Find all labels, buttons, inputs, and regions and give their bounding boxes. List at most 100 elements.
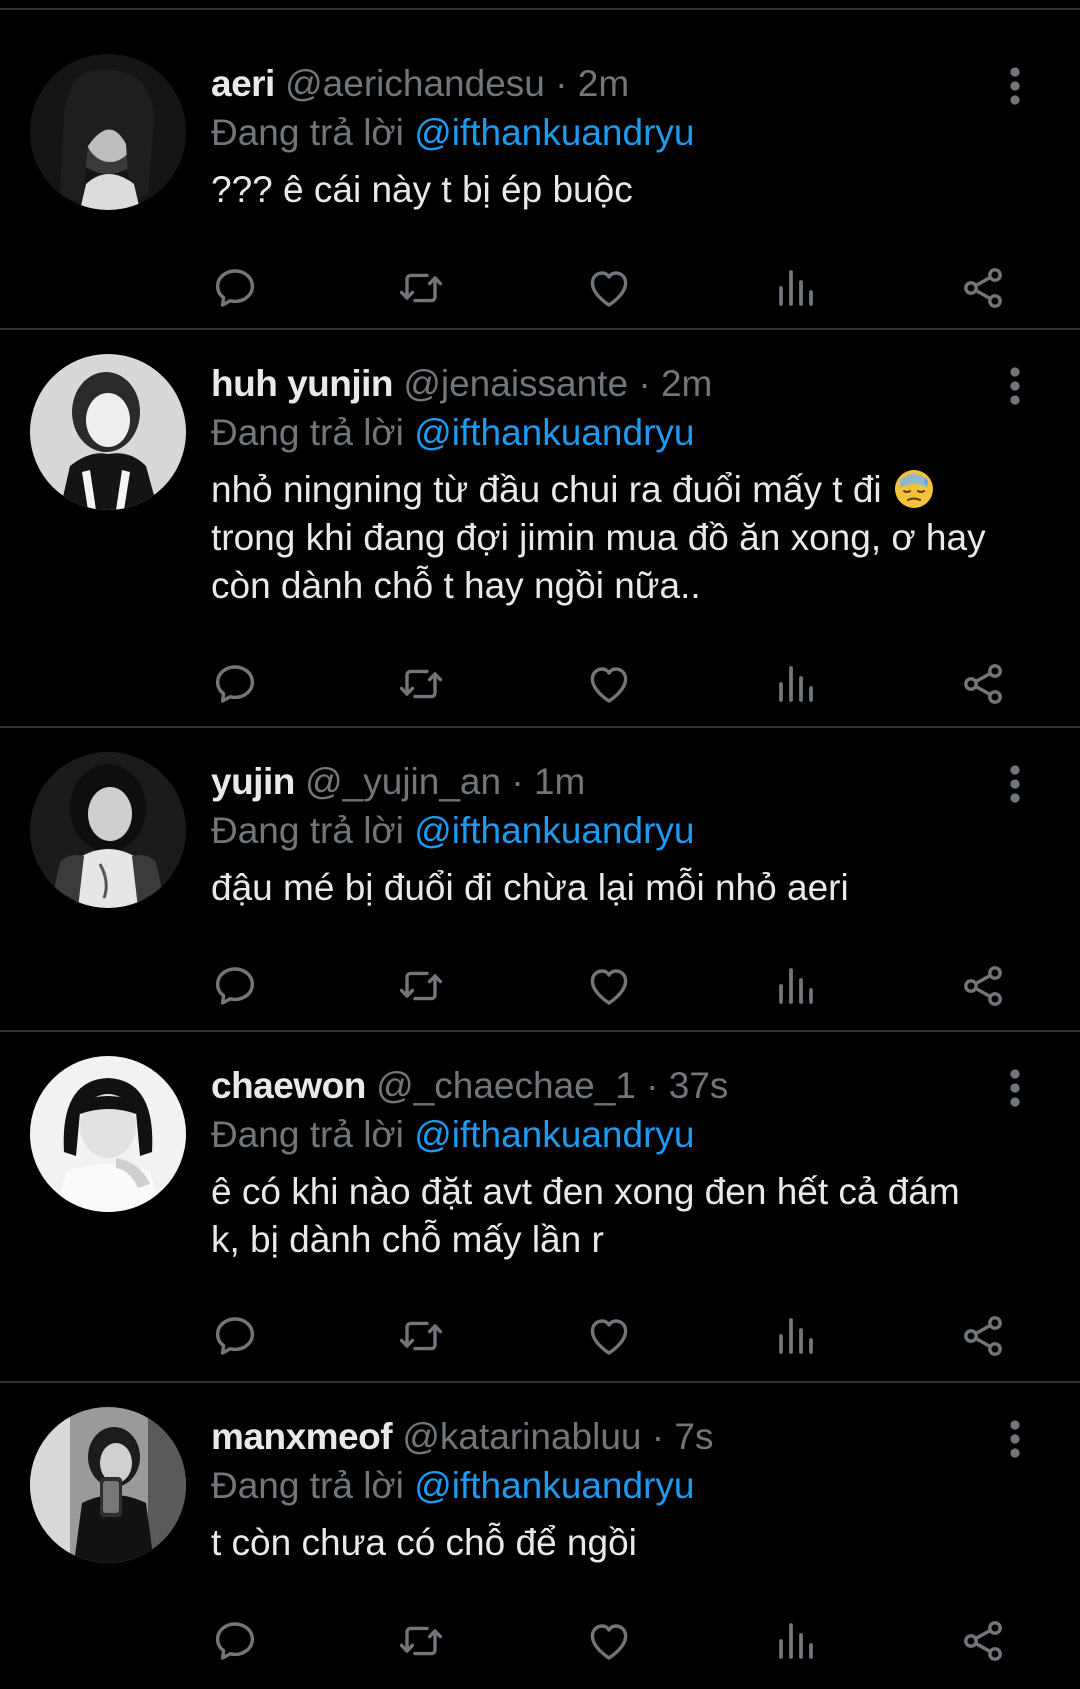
mention-link[interactable]: @ifthankuandryu [414,1465,694,1506]
timestamp[interactable]: · 2m [555,63,629,104]
more-options-button[interactable] [1000,1415,1030,1463]
vertical-dots-icon [1000,362,1030,410]
share-icon [959,1617,1007,1665]
retweet-button[interactable] [397,962,445,1010]
views-button[interactable] [772,264,820,312]
bar-chart-icon [772,1312,820,1360]
retweet-icon [397,264,445,312]
action-bar [211,962,1021,1010]
tweet-text: nhỏ ningning từ đầu chui ra đuổi mấy t đ… [211,466,1044,610]
tweet-text: đậu mé bị đuổi đi chừa lại mỗi nhỏ aeri [211,864,1044,912]
replying-to: Đang trả lời @ifthankuandryu [211,806,1044,856]
views-button[interactable] [772,962,820,1010]
handle[interactable]: @_yujin_an [305,761,501,802]
avatar[interactable] [30,54,186,210]
timestamp[interactable]: · 7s [652,1416,714,1457]
retweet-icon [397,1312,445,1360]
avatar[interactable] [30,1056,186,1212]
display-name[interactable]: manxmeof [211,1416,393,1457]
timestamp[interactable]: · 1m [511,761,585,802]
display-name[interactable]: aeri [211,63,275,104]
action-bar [211,1312,1021,1360]
reply-button[interactable] [211,660,259,708]
display-name[interactable]: huh yunjin [211,363,394,404]
mention-link[interactable]: @ifthankuandryu [414,112,694,153]
action-bar [211,660,1021,708]
bar-chart-icon [772,962,820,1010]
tweet-text-line: trong khi đang đợi jimin mua đồ ăn xong,… [211,517,986,558]
like-button[interactable] [585,660,633,708]
reply-button[interactable] [211,962,259,1010]
retweet-button[interactable] [397,1312,445,1360]
tweet-reply[interactable]: manxmeof @katarinabluu · 7s Đang trả lời… [0,1383,1080,1689]
reply-button[interactable] [211,1312,259,1360]
more-options-button[interactable] [1000,362,1030,410]
share-button[interactable] [959,264,1007,312]
speech-bubble-icon [211,264,259,312]
more-options-button[interactable] [1000,1064,1030,1112]
handle[interactable]: @jenaissante [403,363,628,404]
tweet-header: manxmeof @katarinabluu · 7s [211,1413,1044,1461]
replying-prefix: Đang trả lời [211,810,404,851]
top-divider [0,0,1080,10]
replying-prefix: Đang trả lời [211,412,404,453]
mention-link[interactable]: @ifthankuandryu [414,412,694,453]
retweet-button[interactable] [397,1617,445,1665]
views-button[interactable] [772,1617,820,1665]
views-button[interactable] [772,660,820,708]
retweet-button[interactable] [397,264,445,312]
share-button[interactable] [959,660,1007,708]
vertical-dots-icon [1000,1064,1030,1112]
speech-bubble-icon [211,660,259,708]
tweet-body: aeri @aerichandesu · 2m Đang trả lời @if… [211,60,1044,214]
bar-chart-icon [772,660,820,708]
like-button[interactable] [585,1617,633,1665]
avatar[interactable] [30,354,186,510]
share-button[interactable] [959,1617,1007,1665]
share-button[interactable] [959,962,1007,1010]
share-icon [959,264,1007,312]
mention-link[interactable]: @ifthankuandryu [414,810,694,851]
speech-bubble-icon [211,1617,259,1665]
like-button[interactable] [585,1312,633,1360]
heart-icon [585,962,633,1010]
share-icon [959,962,1007,1010]
like-button[interactable] [585,962,633,1010]
tweet-text-line: k, bị dành chỗ mấy lần r [211,1219,604,1260]
tweet-reply[interactable]: huh yunjin @jenaissante · 2m Đang trả lờ… [0,330,1080,728]
tweet-header: yujin @_yujin_an · 1m [211,758,1044,806]
mention-link[interactable]: @ifthankuandryu [414,1114,694,1155]
tweet-reply[interactable]: chaewon @_chaechae_1 · 37s Đang trả lời … [0,1032,1080,1383]
like-button[interactable] [585,264,633,312]
more-options-button[interactable] [1000,760,1030,808]
tweet-reply[interactable]: aeri @aerichandesu · 2m Đang trả lời @if… [0,10,1080,330]
heart-icon [585,264,633,312]
replying-prefix: Đang trả lời [211,1114,404,1155]
tweet-text: ê có khi nào đặt avt đen xong đen hết cả… [211,1168,1044,1264]
retweet-button[interactable] [397,660,445,708]
avatar[interactable] [30,1407,186,1563]
timestamp[interactable]: · 37s [646,1065,728,1106]
handle[interactable]: @aerichandesu [285,63,545,104]
share-button[interactable] [959,1312,1007,1360]
views-button[interactable] [772,1312,820,1360]
reply-button[interactable] [211,1617,259,1665]
reply-button[interactable] [211,264,259,312]
heart-icon [585,660,633,708]
more-options-button[interactable] [1000,62,1030,110]
handle[interactable]: @_chaechae_1 [376,1065,636,1106]
display-name[interactable]: yujin [211,761,295,802]
tweet-text: ??? ê cái này t bị ép buộc [211,166,1044,214]
tweet-text-span: nhỏ ningning từ đầu chui ra đuổi mấy t đ… [211,469,882,510]
timestamp[interactable]: · 2m [638,363,712,404]
tweet-reply[interactable]: yujin @_yujin_an · 1m Đang trả lời @ifth… [0,728,1080,1032]
share-icon [959,1312,1007,1360]
display-name[interactable]: chaewon [211,1065,366,1106]
avatar[interactable] [30,752,186,908]
replying-to: Đang trả lời @ifthankuandryu [211,108,1044,158]
speech-bubble-icon [211,1312,259,1360]
handle[interactable]: @katarinabluu [402,1416,641,1457]
timeline: aeri @aerichandesu · 2m Đang trả lời @if… [0,0,1080,1689]
speech-bubble-icon [211,962,259,1010]
heart-icon [585,1312,633,1360]
